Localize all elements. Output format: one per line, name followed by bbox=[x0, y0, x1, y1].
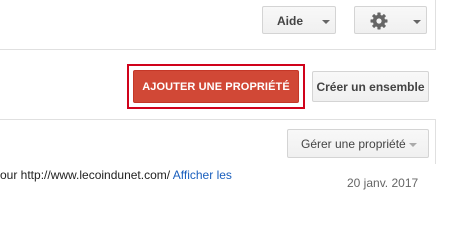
property-description: our http://www.lecoindunet.com/ bbox=[0, 168, 171, 182]
chevron-down-icon bbox=[413, 20, 421, 24]
help-button[interactable]: Aide bbox=[262, 6, 336, 34]
property-row: our http://www.lecoindunet.com/ Afficher… bbox=[0, 168, 232, 182]
view-link[interactable]: Afficher les bbox=[173, 168, 232, 182]
create-set-button[interactable]: Créer un ensemble bbox=[312, 71, 429, 102]
property-date: 20 janv. 2017 bbox=[347, 176, 419, 190]
panel-right-border-lower bbox=[435, 119, 436, 164]
toolbar-divider bbox=[0, 119, 436, 120]
chevron-down-icon bbox=[409, 143, 417, 147]
manage-property-label: Gérer une propriété bbox=[301, 137, 406, 151]
help-button-label: Aide bbox=[277, 14, 304, 28]
header-divider bbox=[0, 49, 436, 50]
panel-right-border bbox=[435, 0, 436, 50]
settings-button[interactable] bbox=[354, 6, 427, 34]
manage-property-button[interactable]: Gérer une propriété bbox=[287, 129, 429, 158]
chevron-down-icon bbox=[322, 20, 330, 24]
gear-icon bbox=[369, 11, 389, 34]
add-property-button[interactable]: AJOUTER UNE PROPRIÉTÉ bbox=[133, 70, 299, 103]
